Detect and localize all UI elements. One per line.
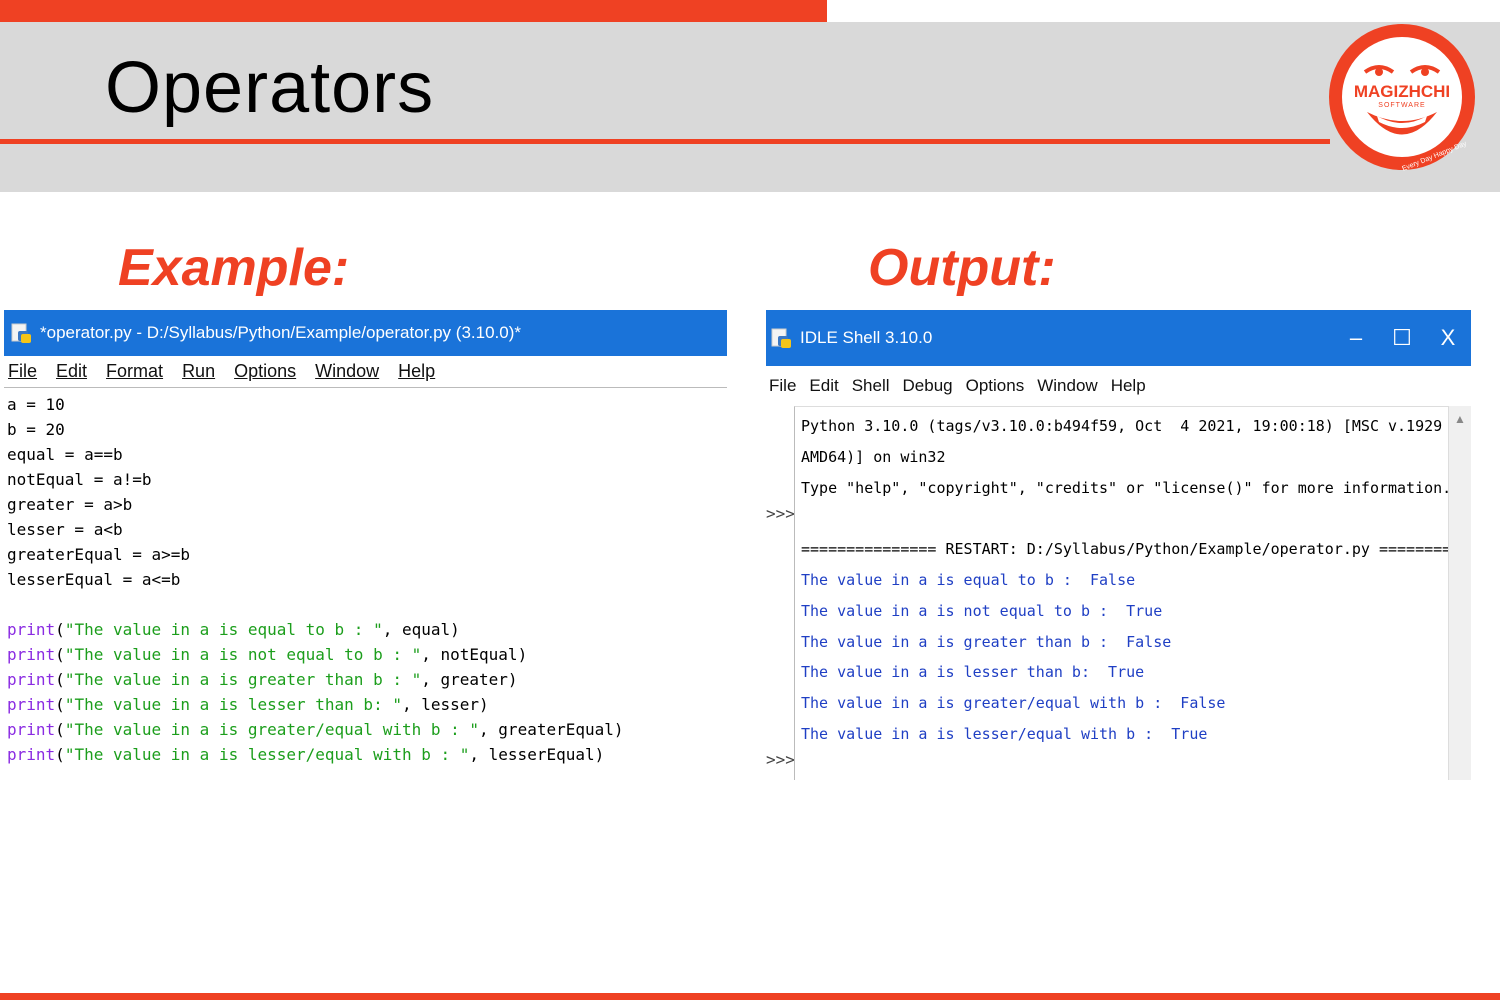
code-line: lesser = a<b <box>7 520 123 539</box>
string-literal: "The value in a is greater than b : " <box>64 670 422 689</box>
editor-menu-run[interactable]: Run <box>182 361 215 382</box>
code-line: print("The value in a is not equal to b … <box>7 645 528 664</box>
editor-menu-format[interactable]: Format <box>106 361 163 382</box>
print-keyword: print <box>7 620 56 639</box>
code-editor[interactable]: a = 10 b = 20 equal = a==b notEqual = a!=b g… <box>7 392 727 767</box>
banner-line: AMD64)] on win32 <box>801 447 946 466</box>
editor-menu-edit[interactable]: Edit <box>56 361 87 382</box>
print-keyword: print <box>7 645 56 664</box>
example-label: Example: <box>118 239 350 297</box>
code-line: print("The value in a is equal to b : ",… <box>7 620 460 639</box>
magizhchi-logo: MAGIZHCHI SOFTWARE Every Day Happy Day <box>1329 24 1475 172</box>
print-keyword: print <box>7 745 56 764</box>
string-literal: "The value in a is equal to b : " <box>64 620 383 639</box>
bottom-rule <box>0 993 1500 1000</box>
header-rule <box>0 139 1330 144</box>
scroll-up-icon[interactable]: ▲ <box>1449 412 1471 426</box>
page-title: Operators <box>105 48 435 128</box>
print-keyword: print <box>7 720 56 739</box>
output-line: The value in a is equal to b : False <box>801 570 1136 589</box>
code-line: a = 10 <box>7 395 65 414</box>
top-accent-bar <box>0 0 827 22</box>
shell-prompt: >>> <box>766 750 795 769</box>
editor-menu-file[interactable]: File <box>8 361 37 382</box>
print-arg: , notEqual) <box>421 645 528 664</box>
editor-menu-help[interactable]: Help <box>398 361 435 382</box>
close-button[interactable]: X <box>1425 325 1471 351</box>
python-file-icon <box>10 322 32 344</box>
output-line: The value in a is greater/equal with b :… <box>801 694 1226 713</box>
print-keyword: print <box>7 670 56 689</box>
code-line: greaterEqual = a>=b <box>7 545 191 564</box>
code-line: print("The value in a is greater/equal w… <box>7 720 624 739</box>
shell-menubar: File Edit Shell Debug Options Window Hel… <box>766 366 1471 406</box>
editor-menubar: File Edit Format Run Options Window Help <box>4 356 727 388</box>
maximize-button[interactable]: ☐ <box>1379 325 1425 351</box>
banner-line: Python 3.10.0 (tags/v3.10.0:b494f59, Oct… <box>801 417 1443 435</box>
output-line: The value in a is lesser than b: True <box>801 663 1145 682</box>
shell-menu-options[interactable]: Options <box>966 376 1025 396</box>
shell-prompt: >>> <box>766 504 795 523</box>
logo-name: MAGIZHCHI <box>1354 82 1450 101</box>
editor-title: *operator.py - D:/Syllabus/Python/Exampl… <box>40 323 521 342</box>
string-literal: "The value in a is not equal to b : " <box>64 645 422 664</box>
editor-window: *operator.py - D:/Syllabus/Python/Exampl… <box>4 310 727 780</box>
print-arg: , greaterEqual) <box>479 720 624 739</box>
shell-menu-help[interactable]: Help <box>1111 376 1146 396</box>
prompt-gutter: >>> >>> <box>766 406 795 780</box>
python-shell-icon <box>770 327 792 349</box>
print-arg: , lesserEqual) <box>469 745 605 764</box>
output-line: The value in a is lesser/equal with b : … <box>801 724 1208 743</box>
string-literal: "The value in a is greater/equal with b … <box>64 720 480 739</box>
output-line: The value in a is greater than b : False <box>801 632 1172 651</box>
code-line: print("The value in a is lesser/equal wi… <box>7 745 605 764</box>
minimize-button[interactable]: – <box>1333 325 1379 351</box>
code-line: lesserEqual = a<=b <box>7 570 181 589</box>
output-line: The value in a is not equal to b : True <box>801 601 1163 620</box>
shell-output[interactable]: Python 3.10.0 (tags/v3.10.0:b494f59, Oct… <box>794 406 1449 780</box>
print-arg: , lesser) <box>401 695 489 714</box>
editor-menu-options[interactable]: Options <box>234 361 296 382</box>
shell-menu-window[interactable]: Window <box>1037 376 1097 396</box>
output-label: Output: <box>868 239 1056 297</box>
code-line: print("The value in a is greater than b … <box>7 670 518 689</box>
banner-line: Type "help", "copyright", "credits" or "… <box>801 478 1449 497</box>
editor-menu-window[interactable]: Window <box>315 361 379 382</box>
code-line: notEqual = a!=b <box>7 470 152 489</box>
shell-menu-edit[interactable]: Edit <box>809 376 838 396</box>
shell-menu-debug[interactable]: Debug <box>903 376 953 396</box>
string-literal: "The value in a is lesser than b: " <box>64 695 402 714</box>
shell-menu-shell[interactable]: Shell <box>852 376 890 396</box>
code-line: b = 20 <box>7 420 65 439</box>
print-arg: , greater) <box>421 670 518 689</box>
shell-window: IDLE Shell 3.10.0 – ☐ X File Edit Shell … <box>766 310 1471 780</box>
shell-body: >>> >>> Python 3.10.0 (tags/v3.10.0:b494… <box>766 406 1471 780</box>
code-line: greater = a>b <box>7 495 133 514</box>
print-keyword: print <box>7 695 56 714</box>
window-controls: – ☐ X <box>1333 325 1471 351</box>
print-arg: , equal) <box>382 620 460 639</box>
string-literal: "The value in a is lesser/equal with b :… <box>64 745 470 764</box>
shell-title: IDLE Shell 3.10.0 <box>800 328 933 347</box>
shell-titlebar[interactable]: IDLE Shell 3.10.0 – ☐ X <box>766 310 1471 366</box>
logo-subtitle: SOFTWARE <box>1378 102 1425 109</box>
shell-menu-file[interactable]: File <box>769 376 796 396</box>
code-line: equal = a==b <box>7 445 123 464</box>
restart-line: =============== RESTART: D:/Syllabus/Pyt… <box>801 540 1449 559</box>
shell-scrollbar[interactable]: ▲ <box>1448 406 1471 780</box>
code-line: print("The value in a is lesser than b: … <box>7 695 489 714</box>
editor-titlebar[interactable]: *operator.py - D:/Syllabus/Python/Exampl… <box>4 310 727 356</box>
